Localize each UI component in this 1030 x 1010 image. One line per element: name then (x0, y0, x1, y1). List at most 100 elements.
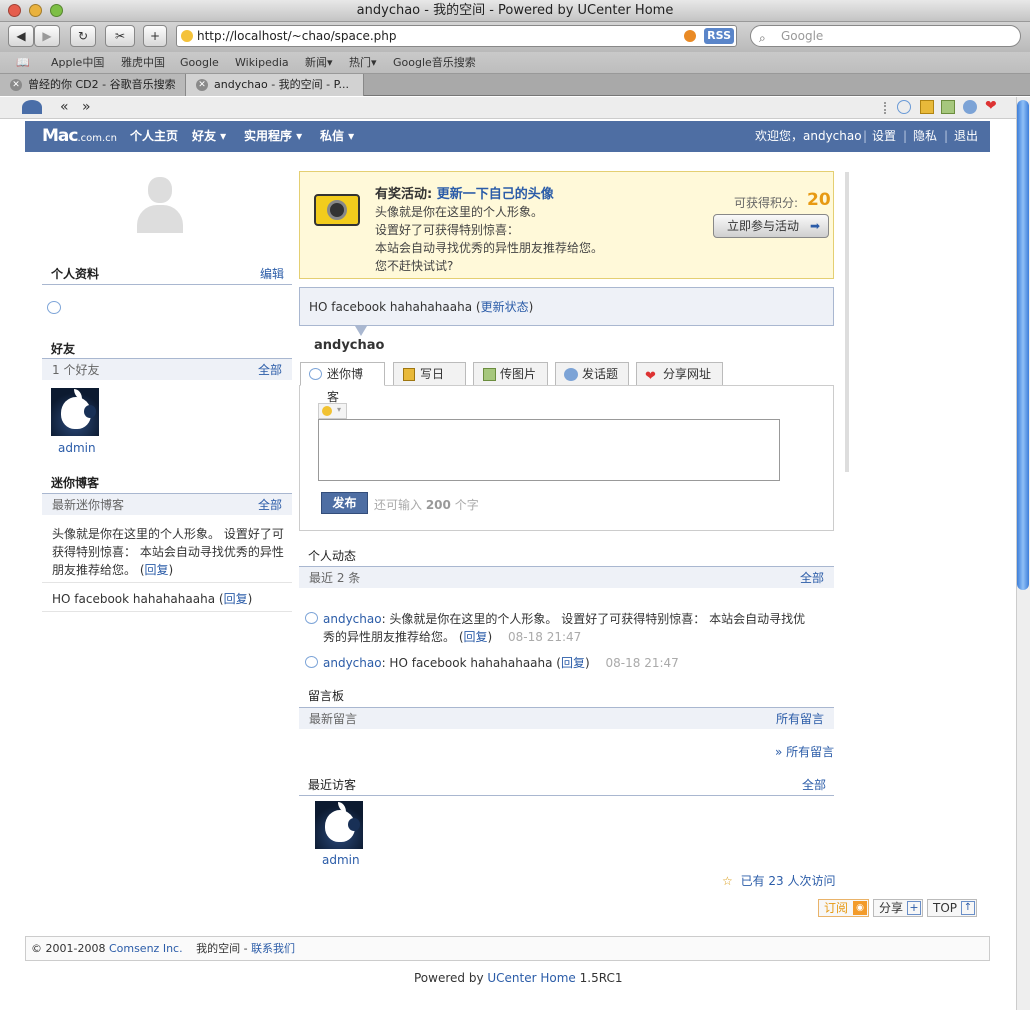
miniblog-sub-label: 最新迷你博客 (52, 498, 125, 512)
visitor-avatar-admin[interactable] (315, 801, 363, 849)
nav-apps[interactable]: 实用程序 ▾ (244, 121, 302, 152)
feed-item: andychao: 头像就是你在这里的个人形象。 设置好了可获得特别惊喜： 本站… (305, 610, 810, 646)
bookmark-wikipedia[interactable]: Wikipedia (235, 52, 289, 74)
rss-badge[interactable]: RSS (704, 28, 734, 44)
zoom-window-icon[interactable] (50, 4, 63, 17)
search-input[interactable]: ⌕ Google (750, 25, 1021, 47)
guestbook-all-link[interactable]: 所有留言 (776, 708, 824, 730)
promo-title-link[interactable]: 更新一下自己的头像 (437, 187, 554, 202)
char-remaining: 还可输入 200 个字 (374, 498, 479, 512)
miniblog-icon (305, 612, 318, 624)
contact-link[interactable]: 联系我们 (251, 942, 295, 955)
comsenz-link[interactable]: Comsenz Inc. (109, 942, 183, 955)
miniblog-textarea[interactable] (318, 419, 780, 481)
miniblog-composer: ▾ 发布 还可输入 200 个字 (299, 385, 834, 531)
tab-label: andychao - 我的空间 - P... (214, 78, 350, 91)
bookmark-yahoo[interactable]: 雅虎中国 (121, 52, 165, 74)
uchome-logo-icon[interactable] (22, 100, 42, 114)
post-text: HO facebook hahahahaaha ( (52, 592, 224, 606)
forward-button[interactable]: ▶ (34, 25, 60, 47)
feed-reply-link[interactable]: 回复 (561, 656, 585, 670)
scrollbar-thumb[interactable] (1017, 100, 1029, 590)
bookmark-apple[interactable]: Apple中国 (51, 52, 104, 74)
share-quick-icon[interactable]: ❤ (985, 98, 997, 114)
close-window-icon[interactable] (8, 4, 21, 17)
tab-share-url[interactable]: ❤ 分享网址 (636, 362, 723, 386)
settings-link[interactable]: 设置 (872, 121, 896, 152)
site-logo[interactable]: Mac.com.cn (42, 121, 117, 154)
nav-home[interactable]: 个人主页 (130, 121, 178, 152)
minimize-window-icon[interactable] (29, 4, 42, 17)
profile-edit-link[interactable]: 编辑 (260, 265, 284, 282)
close-tab-icon[interactable]: ✕ (196, 79, 208, 91)
tab-music-search[interactable]: ✕ 曾经的你 CD2 - 谷歌音乐搜索 (0, 74, 186, 96)
friends-all-link[interactable]: 全部 (258, 359, 282, 381)
post-reply-link[interactable]: 回复 (224, 592, 248, 606)
update-status-link[interactable]: 更新状态 (481, 300, 529, 314)
bookmarks-bar: 📖 Apple中国 雅虎中国 Google Wikipedia 新闻▾ 热门▾ … (0, 52, 1030, 74)
back-button[interactable]: ◀ (8, 25, 34, 47)
logout-link[interactable]: 退出 (954, 121, 978, 152)
friend-avatar-admin[interactable] (51, 388, 99, 436)
bookmark-google-music[interactable]: Google音乐搜索 (393, 52, 476, 74)
uchome-link[interactable]: UCenter Home (487, 971, 575, 985)
divider (42, 611, 292, 612)
topic-quick-icon[interactable] (963, 100, 977, 114)
post-reply-link[interactable]: 回复 (145, 563, 169, 577)
tab-andychao-space[interactable]: ✕ andychao - 我的空间 - P... (186, 74, 364, 96)
bookmark-google[interactable]: Google (180, 52, 219, 74)
blog-quick-icon[interactable] (920, 100, 934, 114)
close-tab-icon[interactable]: ✕ (10, 79, 22, 91)
miniblog-all-link[interactable]: 全部 (258, 494, 282, 516)
nav-messages[interactable]: 私信 ▾ (320, 121, 354, 152)
username-heading: andychao (314, 338, 385, 353)
subscribe-button[interactable]: 订阅 ◉ (818, 899, 869, 917)
collapse-left-icon[interactable]: « (60, 99, 69, 115)
feed-heading: 个人动态 (308, 549, 357, 563)
miniblog-subbar: 最新迷你博客 全部 (42, 493, 292, 515)
visitor-name-admin[interactable]: admin (322, 853, 360, 867)
add-bookmark-button[interactable]: + (143, 25, 167, 47)
visitors-all-link[interactable]: 全部 (802, 776, 826, 793)
status-text: HO facebook hahahahaaha ( (309, 300, 481, 314)
default-avatar[interactable] (135, 175, 185, 233)
feed-user-link[interactable]: andychao (323, 612, 382, 626)
feed-count: 最近 2 条 (309, 571, 361, 585)
promo-description: 头像就是你在这里的个人形象。 设置好了可获得特别惊喜： 本站会自动寻找优秀的异性… (375, 205, 604, 273)
miniblog-post: 头像就是你在这里的个人形象。 设置好了可获得特别惊喜： 本站会自动寻找优秀的异性… (52, 527, 284, 577)
submit-button[interactable]: 发布 (321, 492, 368, 514)
join-activity-button[interactable]: 立即参与活动 ➡ (713, 214, 829, 238)
privacy-link[interactable]: 隐私 (913, 121, 937, 152)
feed-all-link[interactable]: 全部 (800, 567, 824, 589)
feed-user-link[interactable]: andychao (323, 656, 382, 670)
bookmark-news[interactable]: 新闻▾ (305, 52, 333, 74)
friend-name-admin[interactable]: admin (58, 441, 96, 455)
welcome-user[interactable]: 欢迎您，andychao (755, 121, 862, 152)
collapse-right-icon[interactable]: » (82, 99, 91, 115)
snapback-button[interactable]: ✂ (105, 25, 135, 47)
reload-button[interactable]: ↻ (70, 25, 96, 47)
tab-write-blog[interactable]: 写日志 (393, 362, 466, 404)
inner-scrollbar[interactable] (845, 172, 849, 472)
search-placeholder: Google (781, 29, 824, 43)
tab-upload-photo[interactable]: 传图片 (473, 362, 548, 386)
guestbook-more-link[interactable]: » 所有留言 (775, 743, 834, 760)
share-button[interactable]: 分享 + (873, 899, 923, 917)
tab-miniblog[interactable]: 迷你博客 (300, 362, 385, 404)
miniblog-quick-icon[interactable] (897, 100, 911, 114)
bookmark-popular[interactable]: 热门▾ (349, 52, 377, 74)
friends-count: 1 个好友 (52, 363, 100, 377)
feed-item: andychao: HO facebook hahahahaaha (回复) 0… (305, 654, 810, 672)
photo-quick-icon[interactable] (941, 100, 955, 114)
top-button[interactable]: TOP ↑ (927, 899, 977, 917)
feed-subbar: 最近 2 条 全部 (299, 566, 834, 588)
tab-post-topic[interactable]: 发话题 (555, 362, 629, 386)
address-bar[interactable]: http://localhost/~chao/space.php RSS (176, 25, 737, 47)
favicon-icon (181, 30, 193, 42)
friends-heading: 好友 (51, 342, 76, 356)
feed-reply-link[interactable]: 回复 (464, 630, 488, 644)
bookmarks-book-icon[interactable]: 📖 (16, 52, 30, 74)
snapback-icon[interactable] (684, 30, 696, 42)
grip-icon (884, 102, 893, 114)
nav-friends[interactable]: 好友 ▾ (192, 121, 226, 152)
